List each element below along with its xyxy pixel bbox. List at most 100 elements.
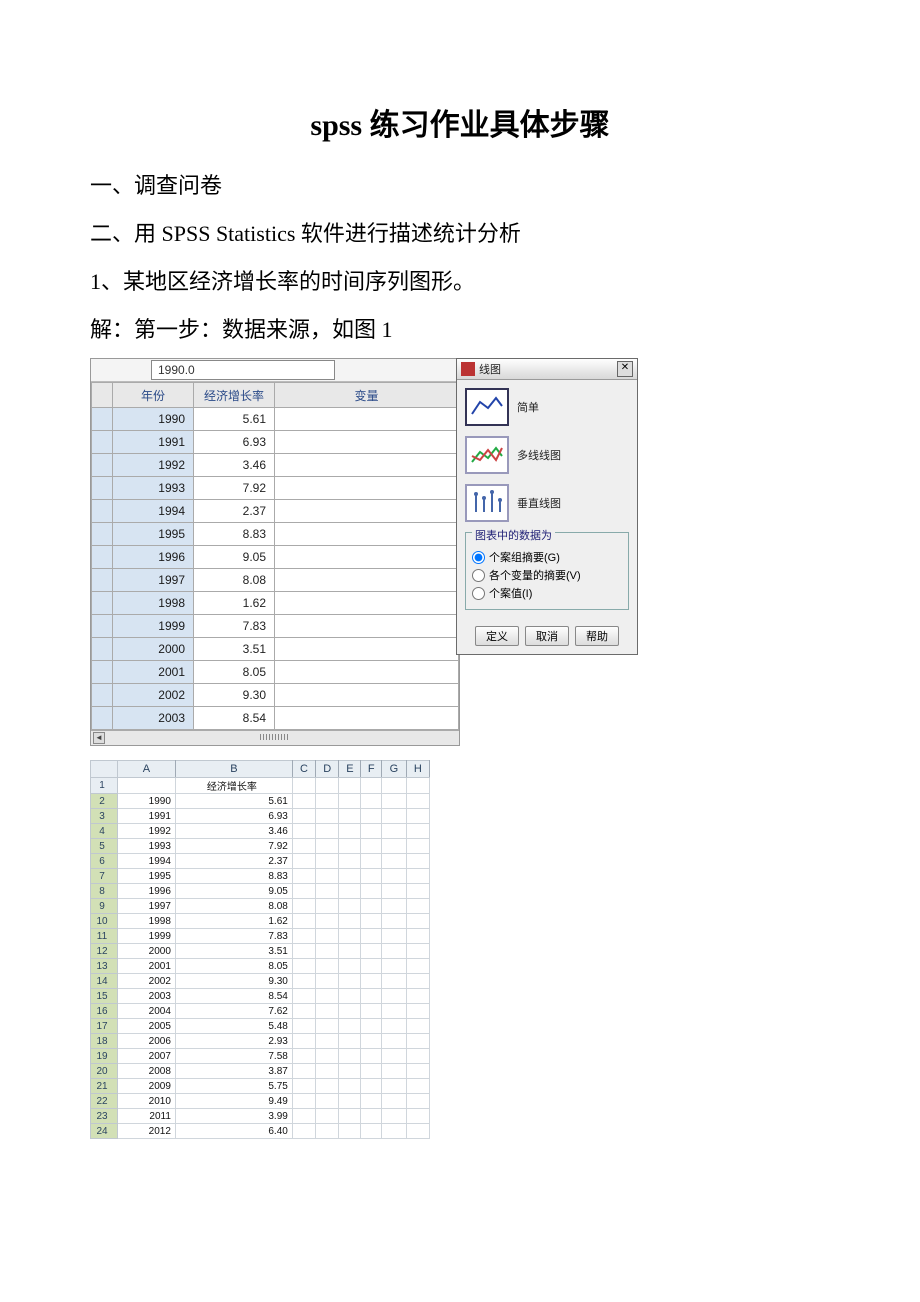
cell-blank[interactable] [316,899,339,914]
cell-a[interactable]: 2008 [118,1064,176,1079]
cell-blank[interactable] [406,1019,429,1034]
cell-blank[interactable] [339,824,361,839]
cell-blank[interactable] [406,944,429,959]
cell-blank[interactable] [361,824,382,839]
cell-value[interactable]: 5.61 [194,408,275,431]
cell-blank[interactable] [316,1064,339,1079]
radio-var-summary[interactable]: 各个变量的摘要(V) [472,567,622,583]
cell-value[interactable]: 8.05 [194,661,275,684]
cell-blank[interactable] [292,944,315,959]
cell-blank[interactable] [361,854,382,869]
cell-blank[interactable] [406,959,429,974]
cell-b[interactable]: 7.58 [175,1049,292,1064]
col-header-H[interactable]: H [406,761,429,778]
row-header[interactable]: 15 [91,989,118,1004]
cell-blank[interactable] [339,1049,361,1064]
cell-blank[interactable] [292,1094,315,1109]
cell-blank[interactable] [339,914,361,929]
cell-year[interactable]: 2001 [113,661,194,684]
row-header[interactable]: 22 [91,1094,118,1109]
cell-a[interactable]: 1998 [118,914,176,929]
cell-blank[interactable] [316,854,339,869]
row-header[interactable]: 11 [91,929,118,944]
cell-blank[interactable] [292,1124,315,1139]
col-header-F[interactable]: F [361,761,382,778]
cell-blank[interactable] [361,1109,382,1124]
cell-blank[interactable] [339,1064,361,1079]
cell-blank[interactable] [339,989,361,1004]
cell-blank[interactable] [316,914,339,929]
cell-a[interactable]: 2011 [118,1109,176,1124]
cell-year[interactable]: 1990 [113,408,194,431]
cell-blank[interactable] [292,869,315,884]
cell-blank[interactable] [382,794,407,809]
cell-blank[interactable] [292,959,315,974]
cell-value[interactable]: 3.46 [194,454,275,477]
cell-empty[interactable] [275,523,459,546]
cell-blank[interactable] [382,869,407,884]
cell-blank[interactable] [339,794,361,809]
row-header[interactable]: 12 [91,944,118,959]
cell-blank[interactable] [316,944,339,959]
cell-blank[interactable] [292,1109,315,1124]
cell-a[interactable]: 1994 [118,854,176,869]
cell-b[interactable]: 5.48 [175,1019,292,1034]
cell-a[interactable]: 2003 [118,989,176,1004]
cell-year[interactable]: 1995 [113,523,194,546]
cell-blank[interactable] [361,1079,382,1094]
cell-blank[interactable] [382,1094,407,1109]
formula-bar[interactable]: 1990.0 [151,360,335,380]
cell-b[interactable]: 9.30 [175,974,292,989]
cell-blank[interactable] [316,1034,339,1049]
cell-a[interactable]: 2009 [118,1079,176,1094]
cell-blank[interactable] [292,809,315,824]
row-header[interactable]: 7 [91,869,118,884]
cell-blank[interactable] [316,809,339,824]
col-header-C[interactable]: C [292,761,315,778]
cell-blank[interactable] [361,1019,382,1034]
cell-blank[interactable] [406,884,429,899]
row-header[interactable] [92,431,113,454]
cell-b[interactable]: 5.75 [175,1079,292,1094]
cell-a[interactable]: 2000 [118,944,176,959]
cell-a[interactable]: 1991 [118,809,176,824]
row-header[interactable] [92,684,113,707]
cell-blank[interactable] [292,1049,315,1064]
radio-case-values[interactable]: 个案值(I) [472,585,622,601]
cell-blank[interactable] [339,899,361,914]
cell-a[interactable]: 2004 [118,1004,176,1019]
cell-blank[interactable] [316,959,339,974]
cell-empty[interactable] [275,638,459,661]
cell-a[interactable]: 1992 [118,824,176,839]
cell-b[interactable]: 8.83 [175,869,292,884]
cell-blank[interactable] [292,794,315,809]
scrollbar-grip-icon[interactable] [260,734,290,740]
col-header-A[interactable]: A [118,761,176,778]
cell-value[interactable]: 7.83 [194,615,275,638]
cell-year[interactable]: 1992 [113,454,194,477]
cell-b[interactable]: 3.99 [175,1109,292,1124]
cell-year[interactable]: 2002 [113,684,194,707]
cell-blank[interactable] [292,989,315,1004]
cell-b[interactable]: 5.61 [175,794,292,809]
row-header[interactable] [92,707,113,730]
cell-blank[interactable] [406,1109,429,1124]
cell-year[interactable]: 1991 [113,431,194,454]
cell-year[interactable]: 1993 [113,477,194,500]
cell-blank[interactable] [361,839,382,854]
row-header[interactable]: 6 [91,854,118,869]
cell-empty[interactable] [275,661,459,684]
cell-blank[interactable] [339,839,361,854]
cell-blank[interactable] [292,839,315,854]
cell-blank[interactable] [406,1064,429,1079]
row-header[interactable] [92,477,113,500]
cell-blank[interactable] [316,989,339,1004]
cell-blank[interactable] [339,1019,361,1034]
cell-blank[interactable] [316,839,339,854]
cell-blank[interactable] [382,1019,407,1034]
cell-empty[interactable] [275,408,459,431]
cell-blank[interactable] [361,989,382,1004]
cell-blank[interactable] [382,1049,407,1064]
row-header[interactable]: 8 [91,884,118,899]
cell-blank[interactable] [406,809,429,824]
